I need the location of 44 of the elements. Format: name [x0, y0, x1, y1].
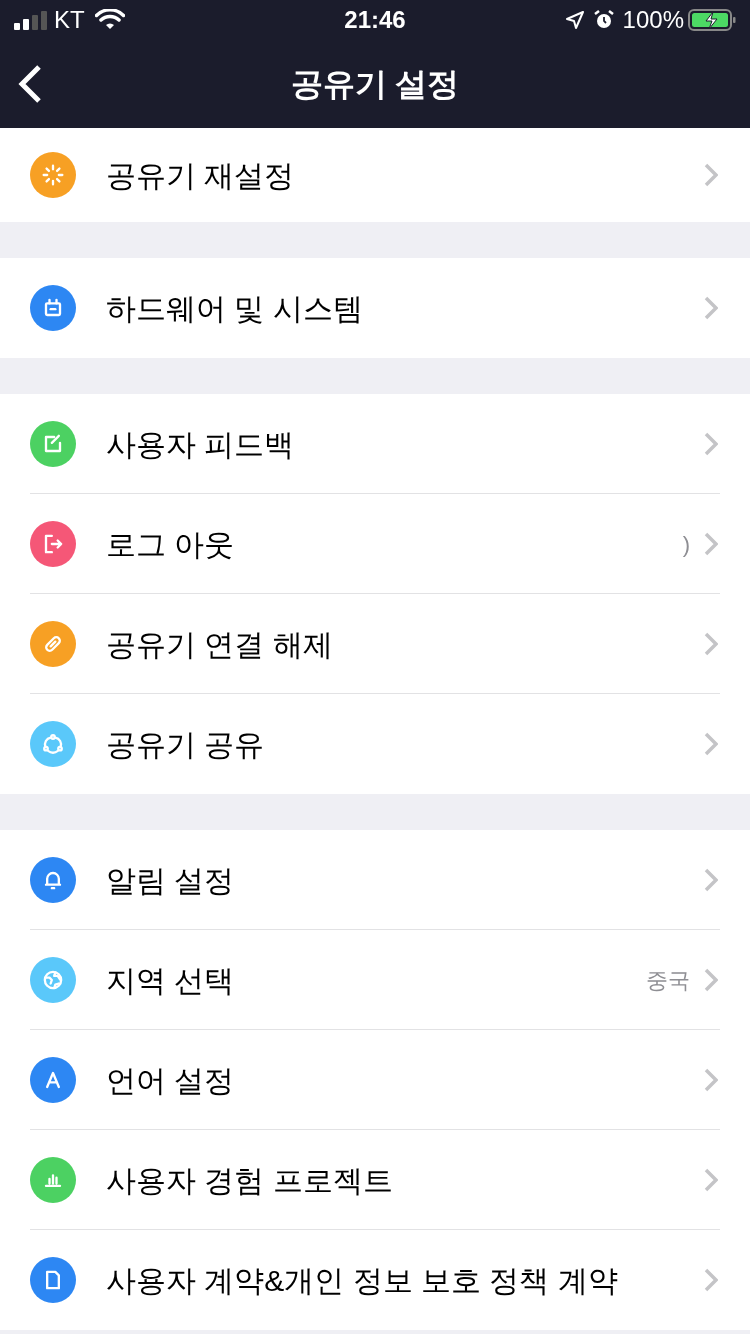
letter-a-icon [30, 1057, 76, 1103]
chevron-icon [704, 1068, 718, 1092]
chevron-icon [704, 432, 718, 456]
chevron-icon [704, 1168, 718, 1192]
menu-item-label[interactable]: 사용자 경험 프로젝트 [106, 1157, 393, 1203]
menu-item-label[interactable]: 사용자 계약&개인 정보 보호 정책 계약 [106, 1257, 618, 1303]
menu-item-label[interactable]: 하드웨어 및 시스템 [106, 285, 363, 331]
router-icon [30, 285, 76, 331]
share-icon [30, 721, 76, 767]
menu-item-label[interactable]: 지역 선택 [106, 957, 235, 1003]
menu-item-label[interactable]: 언어 설정 [106, 1057, 235, 1103]
chevron-icon [704, 632, 718, 656]
menu-item-label[interactable]: 알림 설정 [106, 857, 235, 903]
wifi-icon [94, 9, 125, 31]
link-icon [30, 621, 76, 667]
globe-icon [30, 957, 76, 1003]
chevron-icon [704, 296, 718, 320]
chevron-icon [704, 968, 718, 992]
chevron-icon [704, 163, 718, 187]
item-value: 중국 [646, 966, 690, 995]
sparkle-icon [30, 152, 76, 198]
bar-chart-icon [30, 1157, 76, 1203]
alarm-icon [592, 9, 615, 31]
chevron-icon [704, 868, 718, 892]
carrier-name: KT [54, 5, 85, 35]
page-title: 공유기 설정 [290, 65, 460, 104]
battery-icon [688, 8, 736, 32]
menu-item-label[interactable]: 공유기 연결 해제 [106, 621, 333, 667]
item-value: ) [682, 530, 690, 559]
chevron-icon [704, 532, 718, 556]
menu-item-label[interactable]: 로그 아웃 [106, 521, 235, 567]
document-icon [30, 1257, 76, 1303]
bell-icon [30, 857, 76, 903]
menu-item-label[interactable]: 공유기 공유 [106, 721, 265, 767]
edit-icon [30, 421, 76, 467]
status-time: 21:46 [344, 5, 406, 35]
signal-icon [14, 10, 48, 30]
chevron-icon [704, 732, 718, 756]
location-icon [564, 10, 585, 30]
menu-item-label[interactable]: 공유기 재설정 [106, 152, 295, 198]
menu-item-label[interactable]: 사용자 피드백 [106, 421, 295, 467]
logout-icon [30, 521, 76, 567]
chevron-icon [704, 1268, 718, 1292]
battery-percentage: 100% [622, 5, 684, 35]
